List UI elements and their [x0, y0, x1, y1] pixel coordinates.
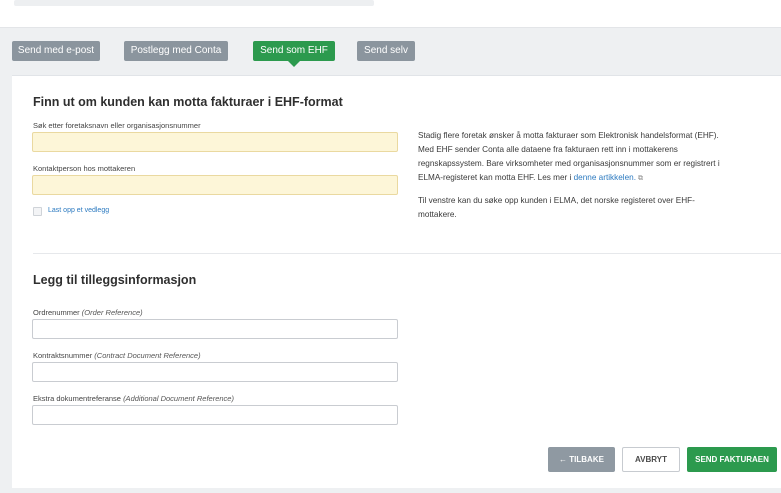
search-label: Søk etter foretaksnavn eller organisasjo… [33, 121, 201, 130]
tab-send-ehf[interactable]: Send som EHF [253, 41, 335, 67]
contract-number-label-text: Kontraktsnummer [33, 351, 93, 360]
article-link[interactable]: denne artikkelen. [574, 173, 636, 182]
extra-doc-ref-hint: (Additional Document Reference) [123, 394, 234, 403]
top-bar [0, 0, 781, 28]
info-line-6: mottakere. [418, 210, 457, 219]
order-number-label: Ordrenummer (Order Reference) [33, 308, 143, 317]
order-number-input[interactable] [32, 319, 398, 339]
extra-doc-ref-label: Ekstra dokumentreferanse (Additional Doc… [33, 394, 234, 403]
info-line-2: Med EHF sender Conta alle dataene fra fa… [418, 145, 678, 154]
info-line-5: Til venstre kan du søke opp kunden i ELM… [418, 196, 695, 205]
section-divider [33, 253, 781, 254]
ehf-section-title: Finn ut om kunden kan motta fakturaer i … [33, 95, 343, 109]
top-bar-faded-content [14, 0, 374, 6]
send-invoice-button[interactable]: SEND FAKTURAEN [687, 447, 777, 472]
order-number-hint: (Order Reference) [81, 308, 143, 317]
info-line-4: ELMA-registeret kan motta EHF. Les mer i… [418, 171, 720, 186]
info-line-3: regnskapssystem. Bare virksomheter med o… [418, 159, 720, 168]
back-button[interactable]: ← TILBAKE [548, 447, 615, 472]
contract-number-hint: (Contract Document Reference) [94, 351, 201, 360]
contact-person-input[interactable] [32, 175, 398, 195]
cancel-button[interactable]: AVBRYT [622, 447, 680, 472]
tab-send-email[interactable]: Send med e-post [12, 41, 100, 61]
tab-send-self[interactable]: Send selv [357, 41, 415, 61]
contract-number-input[interactable] [32, 362, 398, 382]
order-number-label-text: Ordrenummer [33, 308, 80, 317]
upload-attachment-link[interactable]: Last opp et vedlegg [48, 207, 109, 214]
info-line-4-text: ELMA-registeret kan motta EHF. Les mer i [418, 173, 574, 182]
invoice-send-panel: Finn ut om kunden kan motta fakturaer i … [12, 75, 781, 488]
contact-label: Kontaktperson hos mottakeren [33, 164, 136, 173]
external-link-icon: ⧉ [637, 175, 643, 182]
extra-info-title: Legg til tilleggsinformasjon [33, 273, 197, 287]
extra-doc-ref-input[interactable] [32, 405, 398, 425]
info-line-1: Stadig flere foretak ønsker å motta fakt… [418, 131, 719, 140]
ehf-info-text: Stadig flere foretak ønsker å motta fakt… [418, 129, 720, 222]
extra-doc-ref-label-text: Ekstra dokumentreferanse [33, 394, 121, 403]
company-search-input[interactable] [32, 132, 398, 152]
contract-number-label: Kontraktsnummer (Contract Document Refer… [33, 351, 201, 360]
attachment-checkbox[interactable] [33, 207, 42, 216]
tab-post-with-conta[interactable]: Postlegg med Conta [124, 41, 228, 61]
